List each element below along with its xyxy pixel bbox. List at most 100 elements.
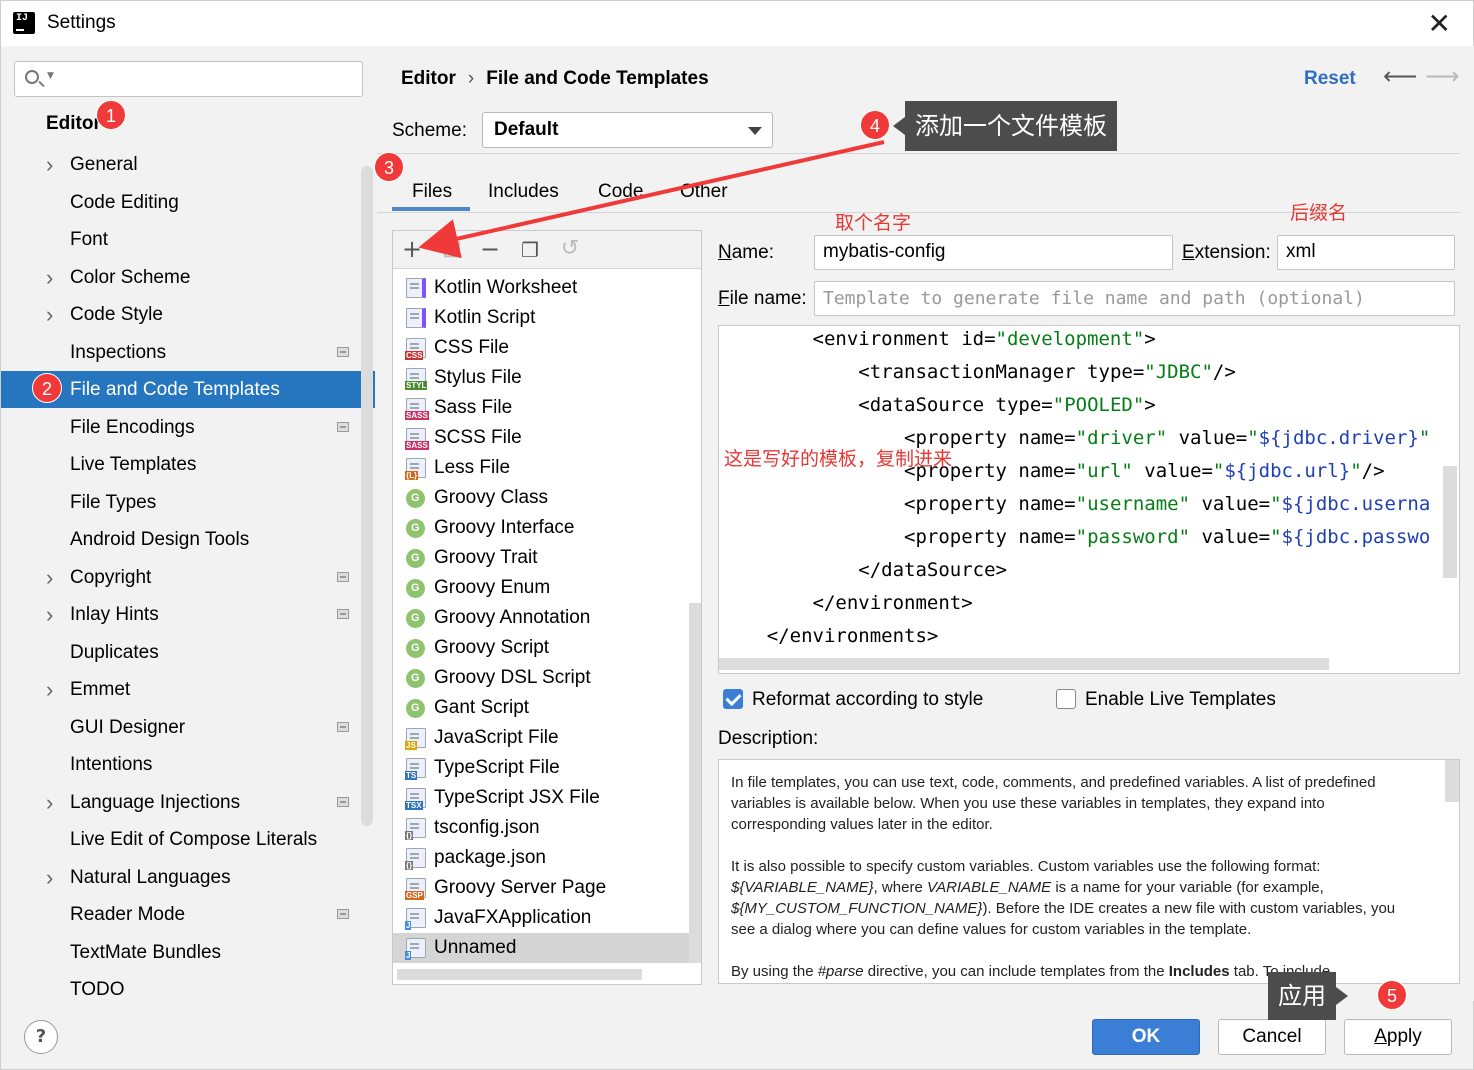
sidebar-item[interactable]: Code Editing bbox=[1, 184, 361, 221]
icon-tag: SASS bbox=[405, 441, 429, 450]
template-list-item[interactable]: G Groovy Trait bbox=[393, 543, 689, 573]
description-paragraph: It is also possible to specify custom va… bbox=[731, 856, 1419, 940]
search-dropdown-icon[interactable]: ▼ bbox=[47, 71, 54, 81]
template-list-item[interactable]: GSP Groovy Server Page bbox=[393, 873, 689, 903]
sidebar-item-label: File and Code Templates bbox=[70, 379, 280, 400]
sidebar-item[interactable]: Android Design Tools bbox=[1, 521, 361, 558]
template-list-item[interactable]: TSX TypeScript JSX File bbox=[393, 783, 689, 813]
template-list-item[interactable]: J JavaFXApplication bbox=[393, 903, 689, 933]
annotation-badge-2: 2 bbox=[32, 373, 62, 403]
template-list-item[interactable]: {} tsconfig.json bbox=[393, 813, 689, 843]
remove-icon[interactable]: − bbox=[475, 235, 505, 263]
sidebar-item[interactable]: File Encodings bbox=[1, 409, 361, 446]
template-list-item[interactable]: Kotlin Script bbox=[393, 303, 689, 333]
tab-includes[interactable]: Includes bbox=[488, 181, 559, 203]
code-horizontal-scrollbar[interactable] bbox=[719, 658, 1329, 670]
code-variable: ${jdbc.url} bbox=[1224, 460, 1351, 482]
copy-icon[interactable]: ❐ bbox=[515, 238, 545, 262]
template-list-item[interactable]: STYL Stylus File bbox=[393, 363, 689, 393]
template-code-editor[interactable]: <environment id="development"> <transact… bbox=[718, 325, 1460, 674]
sidebar-item-label: Copyright bbox=[70, 566, 152, 588]
chevron-right-icon[interactable]: › bbox=[46, 859, 53, 896]
sidebar-item[interactable]: › Code Style bbox=[1, 296, 361, 333]
template-list-item[interactable]: CSS CSS File bbox=[393, 333, 689, 363]
text: , where bbox=[873, 879, 927, 896]
tab-other[interactable]: Other bbox=[680, 181, 728, 203]
sidebar-scrollbar[interactable] bbox=[361, 166, 373, 826]
groovy-icon: G bbox=[406, 609, 425, 628]
sidebar-item[interactable]: › Natural Languages bbox=[1, 859, 361, 896]
sidebar-item[interactable]: › Emmet bbox=[1, 671, 361, 708]
reset-link[interactable]: Reset bbox=[1304, 68, 1356, 90]
ok-button[interactable]: OK bbox=[1092, 1019, 1200, 1055]
list-scrollbar[interactable] bbox=[689, 603, 701, 963]
filename-input[interactable]: Template to generate file name and path … bbox=[814, 281, 1455, 316]
sidebar-item[interactable]: Font bbox=[1, 221, 361, 258]
chevron-right-icon[interactable]: › bbox=[46, 559, 53, 596]
tab-files[interactable]: Files bbox=[412, 181, 452, 203]
chevron-right-icon[interactable]: › bbox=[46, 296, 53, 333]
template-list-item[interactable]: SASS SCSS File bbox=[393, 423, 689, 453]
name-input[interactable]: mybatis-config bbox=[814, 235, 1173, 270]
sidebar-item[interactable]: Intentions bbox=[1, 746, 361, 783]
forward-arrow-icon[interactable]: ⟶ bbox=[1425, 62, 1459, 90]
sidebar-item[interactable]: › Copyright bbox=[1, 559, 361, 596]
add-icon[interactable]: + bbox=[397, 235, 427, 263]
sidebar-item-label: Duplicates bbox=[70, 641, 159, 663]
sidebar-item[interactable]: › Language Injections bbox=[1, 784, 361, 821]
template-list-item[interactable]: TS TypeScript File bbox=[393, 753, 689, 783]
sidebar-item[interactable]: File Types bbox=[1, 484, 361, 521]
apply-button[interactable]: Apply bbox=[1344, 1019, 1452, 1055]
template-list-item[interactable]: G Groovy DSL Script bbox=[393, 663, 689, 693]
template-list-item[interactable]: G Groovy Annotation bbox=[393, 603, 689, 633]
reformat-checkbox[interactable] bbox=[723, 689, 743, 709]
kotlin-file-icon bbox=[406, 308, 426, 328]
sidebar-item[interactable]: TODO bbox=[1, 971, 361, 1001]
template-list-item[interactable]: {} package.json bbox=[393, 843, 689, 873]
template-list-item[interactable]: G Gant Script bbox=[393, 693, 689, 723]
sidebar-item[interactable]: Inspections bbox=[1, 334, 361, 371]
sidebar-root-editor[interactable]: Editor bbox=[46, 113, 101, 135]
live-templates-checkbox[interactable] bbox=[1056, 689, 1076, 709]
chevron-right-icon[interactable]: › bbox=[46, 671, 53, 708]
sidebar-item[interactable]: › Color Scheme bbox=[1, 259, 361, 296]
template-list-item-label: Groovy Enum bbox=[434, 577, 551, 598]
template-list-item[interactable]: SASS Sass File bbox=[393, 393, 689, 423]
sidebar-item[interactable]: Duplicates bbox=[1, 634, 361, 671]
template-list-item[interactable]: G Groovy Interface bbox=[393, 513, 689, 543]
template-list-item[interactable]: G Groovy Class bbox=[393, 483, 689, 513]
chevron-right-icon[interactable]: › bbox=[46, 259, 53, 296]
settings-search-input[interactable]: ▼ bbox=[14, 61, 363, 97]
sidebar-item[interactable]: › Inlay Hints bbox=[1, 596, 361, 633]
template-list-item[interactable]: JS JavaScript File bbox=[393, 723, 689, 753]
help-icon[interactable]: ? bbox=[24, 1020, 58, 1054]
sidebar-item[interactable]: GUI Designer bbox=[1, 709, 361, 746]
template-list-item[interactable]: G Groovy Enum bbox=[393, 573, 689, 603]
tab-code[interactable]: Code bbox=[598, 181, 643, 203]
template-list-item[interactable]: G Groovy Script bbox=[393, 633, 689, 663]
chevron-right-icon[interactable]: › bbox=[46, 784, 53, 821]
add-child-icon[interactable]: ⊞ bbox=[437, 235, 467, 263]
sidebar-item-label: Android Design Tools bbox=[70, 529, 250, 550]
chevron-right-icon[interactable]: › bbox=[46, 146, 53, 183]
list-horizontal-scrollbar[interactable] bbox=[397, 969, 642, 980]
sidebar-item[interactable]: › General bbox=[1, 146, 361, 183]
close-icon[interactable]: ✕ bbox=[1428, 7, 1451, 40]
description-scrollbar[interactable] bbox=[1445, 760, 1459, 802]
sidebar-item[interactable]: Live Edit of Compose Literals bbox=[1, 821, 361, 858]
template-list-item[interactable]: J Unnamed bbox=[393, 933, 689, 963]
scheme-select[interactable]: Default bbox=[482, 112, 773, 148]
back-arrow-icon[interactable]: ⟵ bbox=[1383, 62, 1417, 90]
sidebar-item[interactable]: TextMate Bundles bbox=[1, 934, 361, 971]
chevron-right-icon[interactable]: › bbox=[46, 596, 53, 633]
cancel-button[interactable]: Cancel bbox=[1218, 1019, 1326, 1055]
sidebar-item[interactable]: Live Templates bbox=[1, 446, 361, 483]
scss-file-icon: SASS bbox=[405, 428, 429, 450]
extension-input[interactable]: xml bbox=[1277, 235, 1455, 270]
template-list-item[interactable]: Kotlin Worksheet bbox=[393, 273, 689, 303]
template-list-item[interactable]: {L} Less File bbox=[393, 453, 689, 483]
sidebar-item[interactable]: Reader Mode bbox=[1, 896, 361, 933]
revert-icon[interactable]: ↺ bbox=[555, 236, 585, 261]
code-scrollbar[interactable] bbox=[1443, 466, 1457, 578]
